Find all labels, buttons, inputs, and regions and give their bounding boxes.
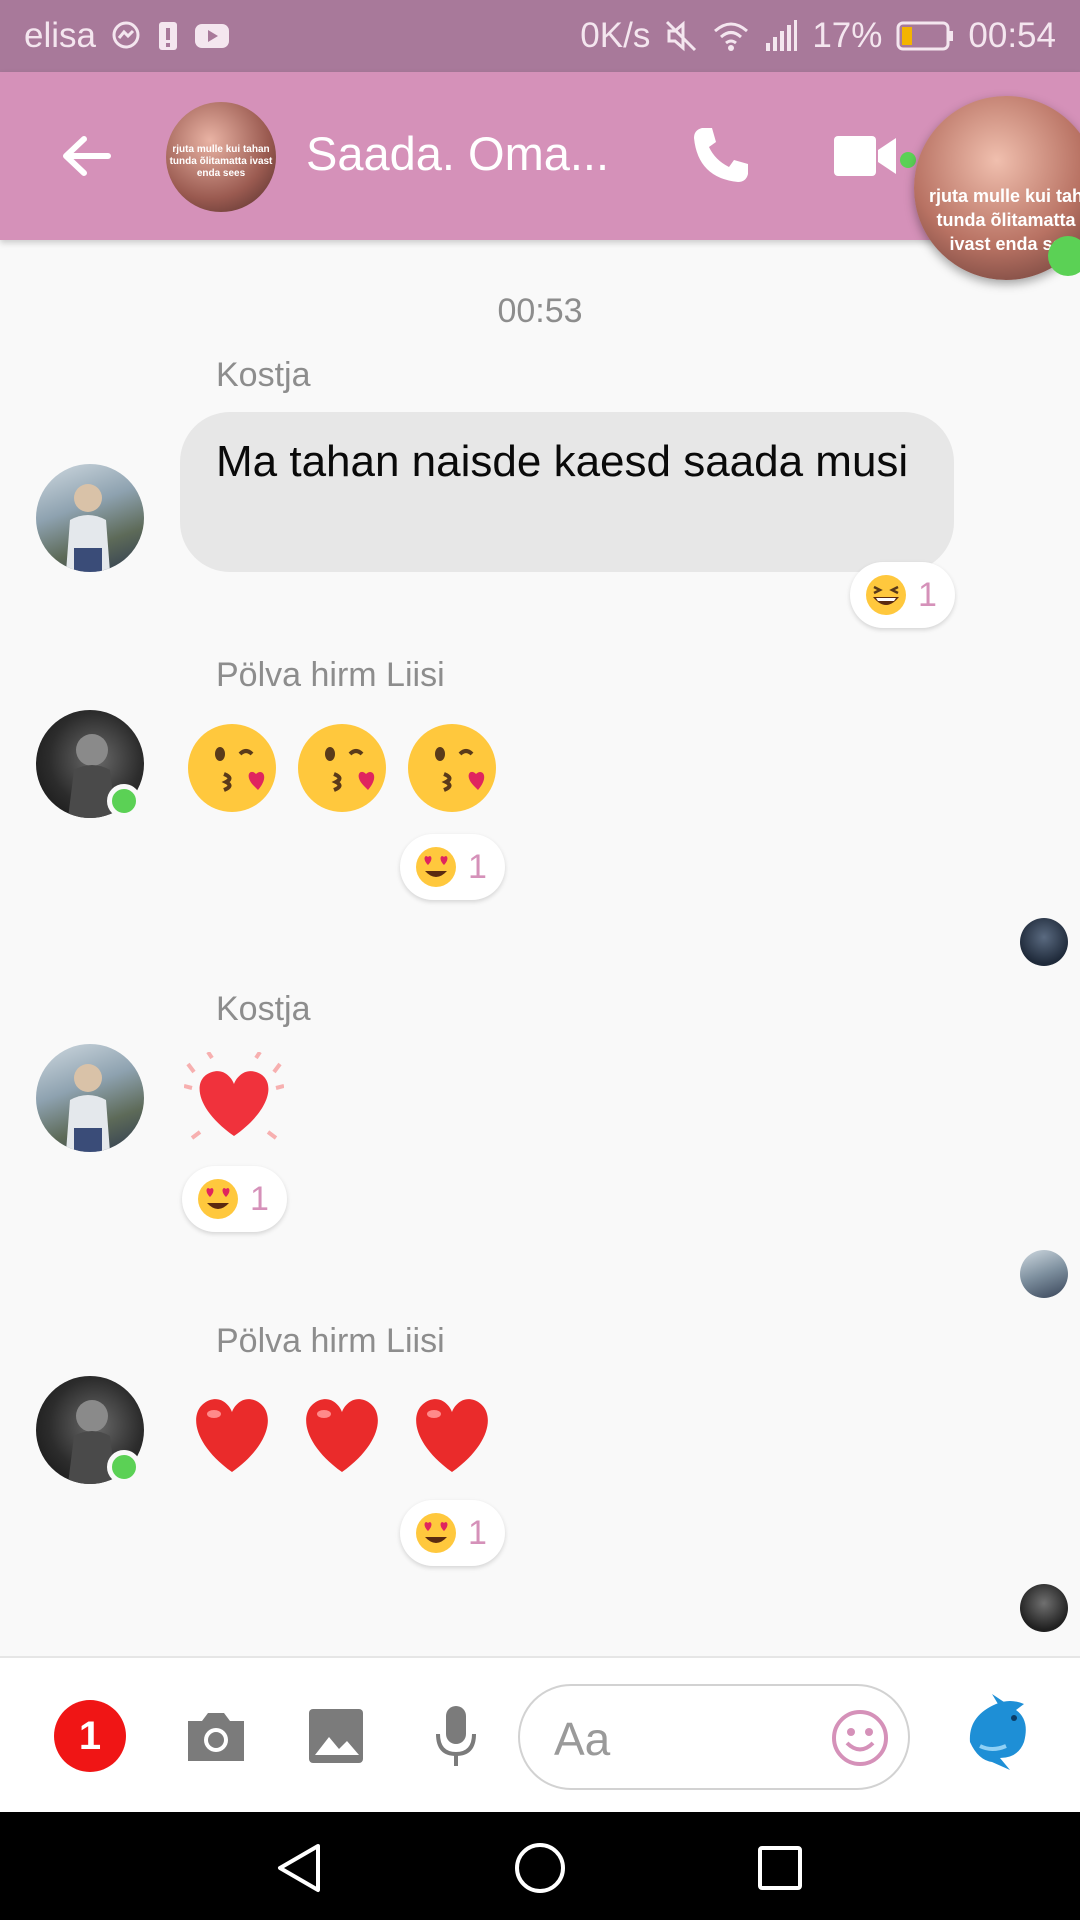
reaction-count: 1: [468, 1513, 487, 1552]
avatar[interactable]: [36, 464, 144, 572]
reaction-badge[interactable]: 1: [182, 1166, 287, 1232]
seen-avatar: [1020, 1584, 1068, 1632]
conversation-title[interactable]: Saada. Oma...: [306, 126, 609, 181]
person-photo: [66, 484, 110, 572]
emoji-message[interactable]: [184, 1052, 284, 1148]
mute-icon: [664, 19, 698, 53]
video-call-button[interactable]: [832, 128, 898, 184]
online-indicator: [107, 1450, 141, 1484]
heart-eyes-emoji: [198, 1179, 238, 1219]
video-camera-icon: [834, 136, 896, 176]
online-indicator: [107, 784, 141, 818]
network-speed: 0K/s: [580, 16, 651, 55]
message-input[interactable]: Aa: [518, 1684, 910, 1790]
person-photo: [66, 1064, 110, 1152]
emoji-message[interactable]: [184, 720, 500, 816]
red-heart-emoji: [306, 1399, 378, 1472]
red-heart-emoji: [196, 1399, 268, 1472]
online-indicator: [900, 152, 916, 168]
nav-recents-button[interactable]: [752, 1840, 808, 1896]
kissing-heart-emoji: [408, 724, 496, 812]
seen-avatar: [1020, 918, 1068, 966]
image-icon: [309, 1709, 363, 1763]
message-input-placeholder: Aa: [554, 1713, 611, 1765]
microphone-icon: [436, 1706, 476, 1766]
carrier-label: elisa: [24, 16, 96, 55]
youtube-icon: [194, 22, 230, 50]
reaction-count: 1: [250, 1179, 269, 1218]
square-recents-icon: [758, 1846, 802, 1890]
message-composer: 1 Aa: [0, 1656, 1080, 1812]
system-navigation-bar: [0, 1812, 1080, 1920]
quick-reaction-button[interactable]: [958, 1690, 1042, 1774]
battery-percent: 17%: [812, 16, 883, 55]
chat-head-online-indicator: [1048, 236, 1080, 276]
emoji-picker-button[interactable]: [830, 1708, 890, 1768]
back-arrow-icon: [63, 136, 111, 176]
conversation-avatar[interactable]: rjuta mulle kui tahan tunda õlitamatta i…: [166, 102, 276, 212]
camera-icon: [188, 1713, 244, 1761]
triangle-back-icon: [278, 1844, 320, 1892]
signal-icon: [764, 19, 798, 53]
avatar[interactable]: [36, 1044, 144, 1152]
grinning-squint-emoji: [866, 575, 906, 615]
battery-icon: [896, 21, 954, 51]
sender-name: Kostja: [216, 990, 311, 1028]
heart-eyes-emoji: [416, 1513, 456, 1553]
avatar-caption: rjuta mulle kui tahan tunda õlitamatta i…: [169, 144, 273, 179]
beating-heart-emoji: [184, 1052, 284, 1140]
seen-avatar: [1020, 1250, 1068, 1298]
nav-back-button[interactable]: [272, 1840, 328, 1896]
message-timestamp: 00:53: [497, 292, 583, 330]
voice-message-button[interactable]: [424, 1704, 488, 1768]
dolphin-icon: [969, 1694, 1026, 1770]
sender-name: Kostja: [216, 356, 311, 394]
wifi-icon: [712, 20, 750, 52]
heart-eyes-emoji: [416, 847, 456, 887]
back-button[interactable]: [54, 124, 118, 188]
reaction-badge[interactable]: 1: [850, 562, 955, 628]
reaction-badge[interactable]: 1: [400, 834, 505, 900]
messenger-icon: [110, 20, 142, 52]
status-bar: elisa 0K/s 17% 00:54: [0, 0, 1080, 72]
kissing-heart-emoji: [188, 724, 276, 812]
nav-home-button[interactable]: [512, 1840, 568, 1896]
camera-button[interactable]: [184, 1704, 248, 1768]
red-heart-emoji: [416, 1399, 488, 1472]
kissing-heart-emoji: [298, 724, 386, 812]
sender-name: Pölva hirm Liisi: [216, 656, 445, 694]
reaction-count: 1: [918, 575, 937, 614]
alert-icon: [156, 20, 180, 52]
phone-icon: [694, 128, 748, 182]
reaction-count: 1: [468, 847, 487, 886]
message-bubble[interactable]: Ma tahan naisde kaesd saada musi: [180, 412, 954, 572]
smiley-icon: [832, 1710, 888, 1766]
notification-badge[interactable]: 1: [54, 1700, 126, 1772]
emoji-message[interactable]: [184, 1384, 500, 1480]
circle-home-icon: [515, 1843, 565, 1893]
gallery-button[interactable]: [304, 1704, 368, 1768]
voice-call-button[interactable]: [688, 122, 754, 188]
sender-name: Pölva hirm Liisi: [216, 1322, 445, 1360]
clock: 00:54: [968, 16, 1056, 55]
reaction-badge[interactable]: 1: [400, 1500, 505, 1566]
